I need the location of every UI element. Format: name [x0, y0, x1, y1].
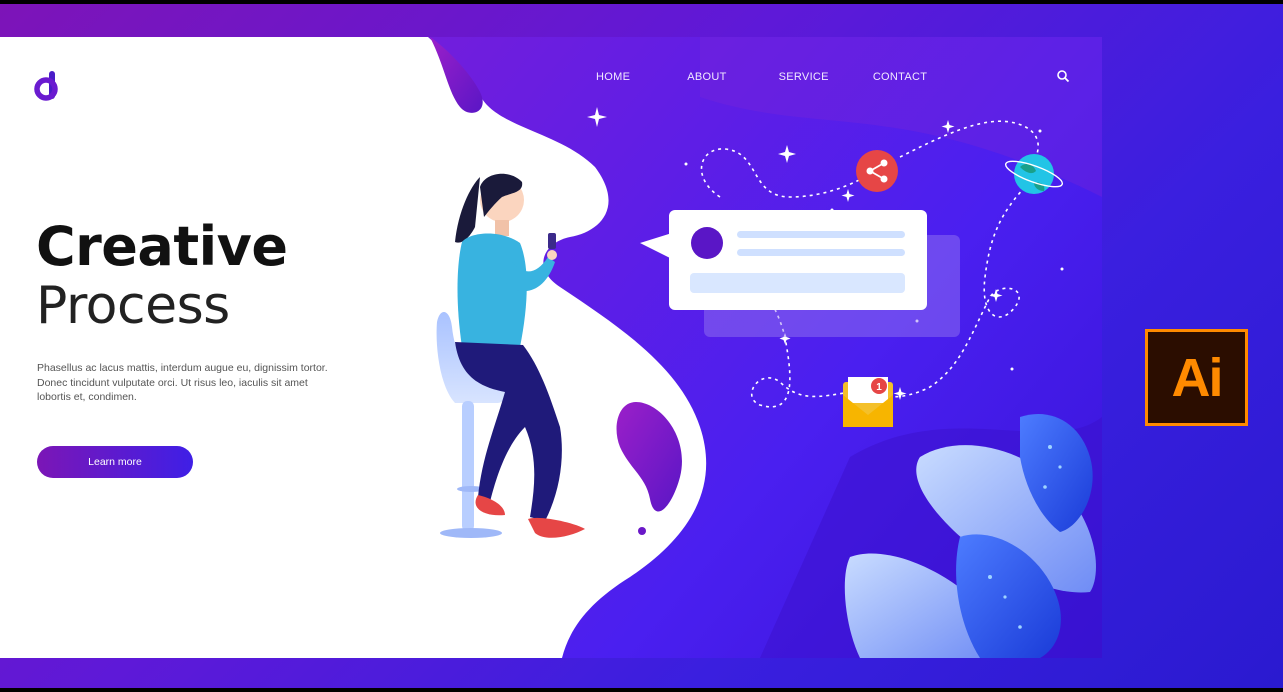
nav-service[interactable]: SERVICE — [779, 71, 829, 83]
nav-about[interactable]: ABOUT — [687, 71, 726, 83]
hero-title-bold: Creative — [36, 215, 288, 278]
envelope-icon: 1 — [843, 377, 893, 427]
hero-illustration: 1 — [0, 37, 1102, 658]
white-blob — [0, 37, 707, 658]
search-icon[interactable] — [1056, 69, 1070, 83]
learn-more-button[interactable]: Learn more — [37, 446, 193, 478]
canvas-background: 1 HOME ABOUT SERVICE CONTACT Creative Pr… — [0, 4, 1283, 688]
landing-page: 1 HOME ABOUT SERVICE CONTACT Creative Pr… — [0, 37, 1102, 658]
main-nav: HOME ABOUT SERVICE CONTACT — [596, 71, 971, 83]
share-icon — [856, 150, 898, 192]
bottom-border — [0, 688, 1283, 692]
hero-description: Phasellus ac lacus mattis, interdum augu… — [37, 362, 328, 403]
nav-home[interactable]: HOME — [596, 71, 630, 83]
hero-title-light: Process — [36, 276, 230, 336]
chat-avatar — [691, 227, 723, 259]
paint-dot — [638, 527, 646, 535]
brand-logo[interactable] — [34, 71, 58, 101]
notification-count: 1 — [876, 382, 882, 393]
hero-title: Creative Process — [36, 215, 288, 336]
chat-card — [640, 210, 927, 310]
illustrator-badge: Ai — [1145, 329, 1248, 426]
nav-contact[interactable]: CONTACT — [873, 71, 927, 83]
illustrator-badge-label: Ai — [1171, 347, 1224, 408]
